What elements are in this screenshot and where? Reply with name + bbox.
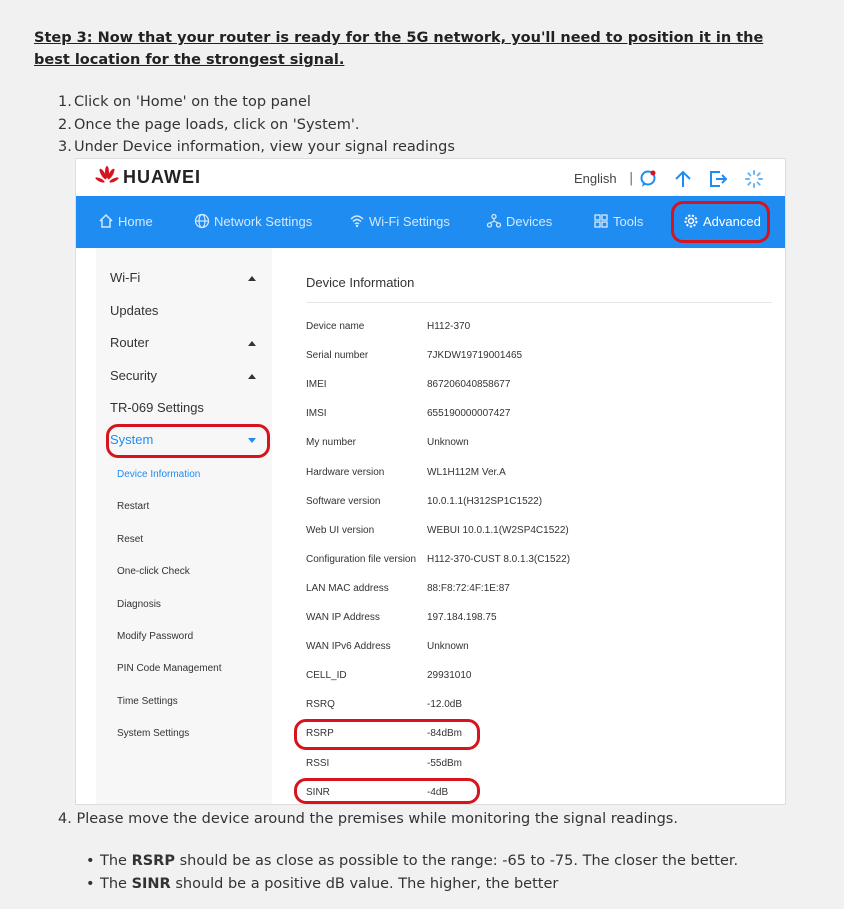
nav-wifi-settings[interactable]: Wi-Fi Settings	[349, 213, 450, 229]
divider: |	[629, 171, 634, 186]
nav-network-settings[interactable]: Network Settings	[194, 213, 312, 229]
info-row-label: Serial number	[306, 350, 369, 361]
sidebar-sub-reset[interactable]: Reset	[117, 534, 143, 545]
router-topbar: HUAWEI English |	[76, 159, 785, 197]
sidebar-sub-system-settings[interactable]: System Settings	[117, 728, 189, 739]
info-row-label: Software version	[306, 496, 381, 507]
info-row-value: 88:F8:72:4F:1E:87	[427, 583, 510, 594]
router-screenshot: HUAWEI English | Home Network Settings W…	[75, 158, 786, 805]
huawei-logo: HUAWEI	[95, 165, 201, 189]
info-row-value: H112-370-CUST 8.0.1.3(C1522)	[427, 554, 571, 565]
info-row-value: 7JKDW19719001465	[427, 350, 523, 361]
chat-bubble-icon[interactable]	[638, 169, 658, 189]
chevron-up-icon[interactable]	[248, 374, 256, 379]
nav-tools[interactable]: Tools	[593, 213, 643, 229]
info-row-value: 867206040858677	[427, 379, 511, 390]
info-row-value: 655190000007427	[427, 408, 511, 419]
step-item: 2. Once the page loads, click on 'System'…	[58, 116, 360, 133]
brand-name: HUAWEI	[123, 166, 201, 187]
upload-arrow-icon[interactable]	[673, 169, 693, 189]
tip-item: The SINR should be a positive dB value. …	[86, 873, 738, 896]
sidebar-sub-restart[interactable]: Restart	[117, 501, 149, 512]
nav-devices[interactable]: Devices	[486, 213, 552, 229]
main-nav: Home Network Settings Wi-Fi Settings Dev…	[76, 196, 785, 248]
info-row-label: Web UI version	[306, 525, 375, 536]
divider	[306, 302, 772, 303]
step-heading: Step 3: Now that your router is ready fo…	[34, 30, 764, 68]
tips-list: The RSRP should be as close as possible …	[86, 850, 738, 896]
device-information-panel: Device Information Device name H112-370 Se…	[272, 248, 785, 804]
sidebar-item-router[interactable]: Router	[110, 335, 149, 350]
globe-icon	[194, 213, 210, 229]
system-highlight	[106, 424, 270, 458]
info-row-label: IMSI	[306, 408, 327, 419]
info-row-value: 29931010	[427, 670, 472, 681]
info-row-value: Unknown	[427, 641, 469, 652]
nav-home[interactable]: Home	[98, 213, 153, 229]
info-row-value: WEBUI 10.0.1.1(W2SP4C1522)	[427, 525, 569, 536]
info-row-value: WL1H112M Ver.A	[427, 467, 506, 478]
sidebar-sub-one-click-check[interactable]: One-click Check	[117, 566, 190, 577]
info-row-label: Device name	[306, 321, 365, 332]
info-row-label: My number	[306, 437, 357, 448]
info-row-label: CELL_ID	[306, 670, 347, 681]
info-row-label: WAN IP Address	[306, 612, 380, 623]
info-row-label: WAN IPv6 Address	[306, 641, 391, 652]
info-row-label: Hardware version	[306, 467, 385, 478]
sidebar-sub-diagnosis[interactable]: Diagnosis	[117, 599, 161, 610]
sinr-highlight	[294, 778, 480, 804]
sidebar-item-wifi[interactable]: Wi-Fi	[110, 270, 140, 285]
info-row-value: Unknown	[427, 437, 469, 448]
steps-list: 1. Click on 'Home' on the top panel 2. Onc…	[58, 91, 455, 159]
chevron-up-icon[interactable]	[248, 276, 256, 281]
info-row-label: RSSI	[306, 758, 330, 769]
sidebar-sub-pin-code[interactable]: PIN Code Management	[117, 663, 222, 674]
info-row-value: -12.0dB	[427, 699, 463, 710]
logout-icon[interactable]	[708, 169, 728, 189]
info-row-value: 10.0.1.1(H312SP1C1522)	[427, 496, 543, 507]
tools-icon	[594, 214, 608, 228]
step-item: 3. Under Device information, view your si…	[58, 139, 455, 155]
info-row-label: Configuration file version	[306, 554, 417, 565]
sidebar-item-updates[interactable]: Updates	[110, 303, 158, 318]
info-row-value: 197.184.198.75	[427, 612, 497, 623]
sidebar-sub-device-information[interactable]: Device Information	[117, 469, 200, 480]
wifi-icon	[350, 215, 364, 228]
devices-icon	[486, 213, 502, 228]
advanced-highlight	[671, 201, 770, 243]
rsrp-highlight	[294, 719, 480, 750]
loading-spinner-icon	[745, 170, 763, 188]
info-row-value: -55dBm	[427, 758, 463, 769]
language-selector[interactable]: English	[574, 171, 617, 186]
content-title: Device Information	[306, 275, 415, 290]
huawei-flower-icon	[95, 166, 119, 183]
info-row-label: LAN MAC address	[306, 583, 389, 594]
tip-item: The RSRP should be as close as possible …	[86, 850, 738, 873]
step-item: 4. Please move the device around the pre…	[58, 811, 678, 827]
sidebar-item-security[interactable]: Security	[110, 368, 157, 383]
sidebar-item-tr069[interactable]: TR-069 Settings	[110, 400, 204, 415]
sidebar-sub-time-settings[interactable]: Time Settings	[117, 696, 178, 707]
chevron-up-icon[interactable]	[248, 341, 256, 346]
info-row-value: H112-370	[427, 321, 471, 332]
step-item: 1. Click on 'Home' on the top panel	[58, 94, 311, 110]
router-sidebar: Wi-Fi Updates Router Security TR-069 Set…	[96, 248, 272, 804]
sidebar-sub-modify-password[interactable]: Modify Password	[117, 631, 193, 642]
home-icon	[99, 213, 113, 228]
info-row-label: IMEI	[306, 379, 327, 390]
info-row-label: RSRQ	[306, 699, 335, 710]
